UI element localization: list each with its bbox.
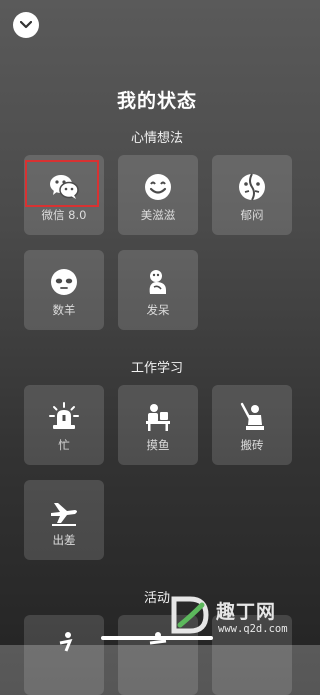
- status-tile-label: 出差: [52, 533, 76, 547]
- daze-icon: [149, 270, 166, 294]
- sheep-icon: [51, 269, 77, 295]
- status-tile-wechat[interactable]: 微信 8.0: [24, 155, 104, 235]
- watermark-url: www.q2d.com: [218, 623, 288, 635]
- section-title-mood: 心情想法: [130, 131, 183, 146]
- home-indicator[interactable]: [101, 636, 213, 640]
- watermark-logo-icon: [171, 596, 209, 634]
- slacking-desk-icon: [146, 404, 170, 431]
- status-tile-happy[interactable]: 美滋滋: [118, 155, 198, 235]
- status-tile-label: 数羊: [52, 303, 76, 317]
- status-tile-gloomy[interactable]: 郁闷: [212, 155, 292, 235]
- page-title: 我的状态: [116, 90, 197, 112]
- section-title-work: 工作学习: [130, 361, 183, 376]
- wechat-icon: [50, 175, 79, 199]
- collapse-button[interactable]: [13, 12, 39, 38]
- status-tile-label: 搬砖: [240, 438, 264, 452]
- status-tile-brick[interactable]: 搬砖: [212, 385, 292, 465]
- brick-work-icon: [240, 402, 264, 430]
- activity-icon: [59, 632, 73, 652]
- status-tile-slacking[interactable]: 摸鱼: [118, 385, 198, 465]
- airplane-icon: [51, 503, 77, 526]
- watermark-text: 趣丁网: [216, 601, 277, 623]
- status-tile-daze[interactable]: 发呆: [118, 250, 198, 330]
- status-tile-label: 郁闷: [240, 208, 264, 222]
- status-tile-sheep[interactable]: 数羊: [24, 250, 104, 330]
- chevron-down-icon: [20, 21, 32, 29]
- status-tile-business-trip[interactable]: 出差: [24, 480, 104, 560]
- busy-siren-icon: [49, 402, 79, 429]
- status-tile-label: 忙: [58, 438, 70, 452]
- status-tile-label: 摸鱼: [146, 438, 170, 452]
- status-tile-label: 微信 8.0: [41, 208, 87, 222]
- watermark: 趣丁网 www.q2d.com: [170, 595, 310, 641]
- gloomy-face-icon: [239, 173, 265, 201]
- status-tile-activity-1[interactable]: [24, 615, 104, 695]
- smile-icon: [145, 174, 171, 200]
- status-tile-label: 发呆: [146, 303, 170, 317]
- status-tile-busy[interactable]: 忙: [24, 385, 104, 465]
- status-tile-label: 美滋滋: [140, 208, 176, 222]
